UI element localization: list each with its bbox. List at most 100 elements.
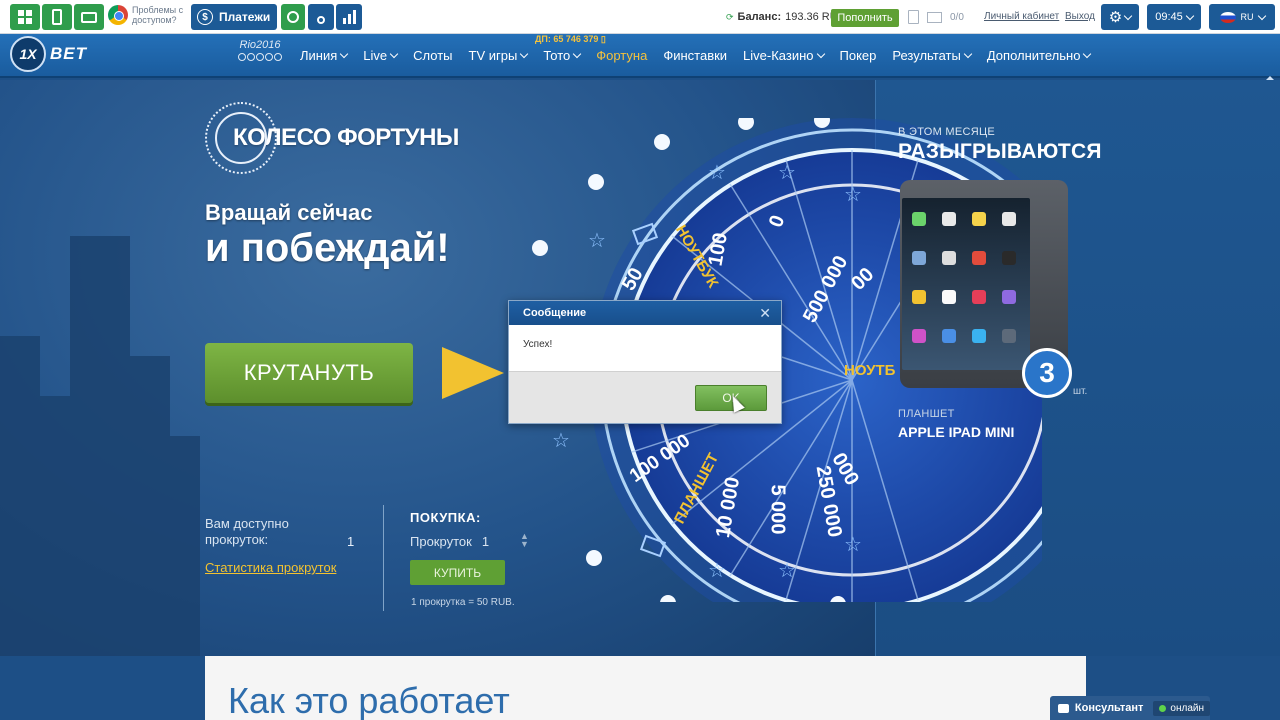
buy-button[interactable]: КУПИТЬ — [410, 560, 505, 585]
chat-icon — [1058, 703, 1069, 713]
wheel-segment-5000: 5 000 — [766, 484, 789, 535]
spin-stats-link[interactable]: Статистика прокруток — [205, 560, 336, 575]
chevron-down-icon — [1123, 11, 1133, 20]
close-icon[interactable]: ✕ — [759, 305, 771, 322]
rio-logo: Rio2016 — [238, 39, 282, 61]
nav-item-fortuna[interactable]: Фортуна — [588, 48, 655, 63]
pieces-label: шт. — [1073, 386, 1088, 397]
time-button[interactable]: 09:45 — [1147, 4, 1201, 30]
nav-item-slots[interactable]: Слоты — [405, 48, 460, 63]
balance: ⟳ Баланс: 193.36 RUB — [726, 11, 845, 23]
skyline-building — [130, 356, 170, 656]
refresh-icon[interactable]: ⟳ — [726, 12, 734, 23]
nav-item-tv-games[interactable]: TV игры — [461, 48, 536, 63]
nav-label: Live — [363, 48, 388, 63]
spin-button[interactable]: КРУТАНУТЬ — [205, 343, 413, 403]
consultant-widget[interactable]: Консультант онлайн — [1050, 696, 1210, 720]
nav-item-toto[interactable]: Тото — [535, 48, 588, 63]
payments-label: Платежи — [219, 10, 271, 24]
skyline-building — [40, 396, 70, 656]
skyline-building — [70, 236, 130, 656]
fortune-wheel-icon — [205, 102, 277, 174]
star-icon: ☆ — [552, 430, 570, 452]
time-value: 09:45 — [1155, 11, 1183, 23]
access-problem-link[interactable]: Проблемы с доступом? — [108, 5, 188, 25]
online-text: онлайн — [1170, 702, 1204, 714]
wheel-title: КОЛЕСО ФОРТУНЫ — [205, 102, 459, 174]
nav-item-results[interactable]: Результаты — [884, 48, 978, 63]
spins-label: Прокруток — [410, 534, 472, 549]
online-dot-icon — [1159, 704, 1167, 712]
language-button[interactable]: RU — [1209, 4, 1275, 30]
online-status: онлайн — [1153, 700, 1210, 716]
logo-mark: 1X — [10, 36, 46, 72]
rio-text: Rio2016 — [239, 39, 281, 51]
chevron-down-icon — [389, 49, 399, 59]
nav-label: Покер — [839, 48, 877, 63]
chrome-icon — [108, 5, 128, 25]
nav-label: Тото — [543, 48, 571, 63]
language-value: RU — [1240, 12, 1254, 22]
available-spins-count: 1 — [347, 534, 355, 549]
nav-item-poker[interactable]: Покер — [832, 48, 885, 63]
support-icon[interactable] — [281, 4, 305, 30]
purchase-title: ПОКУПКА: — [410, 510, 481, 525]
nav-label: Слоты — [413, 48, 453, 63]
available-spins-label: Вам доступно прокруток: — [205, 516, 289, 547]
spins-value[interactable]: 1 — [482, 534, 489, 549]
pointer-arrow-icon — [442, 347, 504, 399]
dialog-header: Сообщение ✕ — [509, 301, 781, 325]
document-icon[interactable] — [908, 10, 919, 24]
consultant-label: Консультант — [1074, 702, 1144, 714]
stats-icon[interactable] — [336, 4, 362, 30]
main-header: 1X BET Rio2016 ДП: 65 746 379 ▯ Линия Li… — [0, 34, 1280, 82]
nav-item-finstavki[interactable]: Финставки — [655, 48, 735, 63]
chevron-down-icon — [340, 49, 349, 59]
messages[interactable]: 0/0 — [908, 10, 964, 24]
nav-label: Финставки — [663, 48, 728, 63]
top-bar: Проблемы с доступом? $ Платежи ⟳ Баланс:… — [0, 0, 1280, 34]
quantity-stepper[interactable]: ▲ ▼ — [520, 532, 529, 549]
nav-item-live[interactable]: Live — [355, 48, 405, 63]
payments-button[interactable]: $ Платежи — [191, 4, 277, 30]
nav-label: Live-Казино — [743, 48, 814, 63]
cabinet-link[interactable]: Личный кабинет — [984, 11, 1059, 22]
balance-label: Баланс: — [737, 11, 782, 23]
chevron-down-icon — [963, 49, 973, 59]
logo-text: BET — [50, 44, 87, 63]
star-icon: ☆ — [844, 534, 862, 556]
dialog-title: Сообщение — [523, 307, 587, 319]
desktop-icon[interactable] — [74, 4, 104, 30]
star-icon: ☆ — [844, 184, 862, 206]
access-problem-text: Проблемы с доступом? — [132, 5, 184, 25]
windows-icon[interactable] — [10, 4, 40, 30]
messages-count: 0/0 — [950, 11, 964, 23]
settings-button[interactable]: ⚙ — [1101, 4, 1139, 30]
divider — [383, 505, 384, 611]
refill-button[interactable]: Пополнить — [831, 9, 899, 27]
spin-now-heading: Вращай сейчас — [205, 200, 373, 225]
wheel-segment-notebook-right: НОУТБ — [844, 362, 896, 379]
how-it-works-title: Как это работает — [228, 680, 510, 720]
nav-label: Результаты — [892, 48, 961, 63]
medal-icon[interactable] — [308, 4, 334, 30]
count-badge: 3 — [1022, 348, 1072, 398]
skyline-building — [0, 336, 40, 656]
nav-label: Фортуна — [596, 48, 648, 63]
price-note: 1 прокрутка = 50 RUB. — [411, 597, 515, 608]
logout-link[interactable]: Выход — [1065, 11, 1095, 22]
chevron-down-icon — [520, 49, 529, 59]
nav-item-line[interactable]: Линия — [292, 48, 355, 63]
mobile-icon[interactable] — [42, 4, 72, 30]
ipad-screen — [902, 198, 1030, 370]
prize-name: APPLE IPAD MINI — [898, 424, 1015, 440]
star-icon: ☆ — [588, 230, 606, 252]
mail-icon[interactable] — [927, 11, 942, 23]
star-icon: ☆ — [778, 162, 796, 184]
olympic-rings-icon — [238, 53, 282, 61]
tablet-label: ПЛАНШЕТ — [898, 408, 955, 420]
logo[interactable]: 1X BET — [10, 36, 87, 72]
chevron-down-icon[interactable]: ▼ — [520, 540, 529, 549]
nav-item-more[interactable]: Дополнительно — [979, 48, 1099, 63]
nav-item-live-casino[interactable]: Live-Казино — [735, 48, 831, 63]
